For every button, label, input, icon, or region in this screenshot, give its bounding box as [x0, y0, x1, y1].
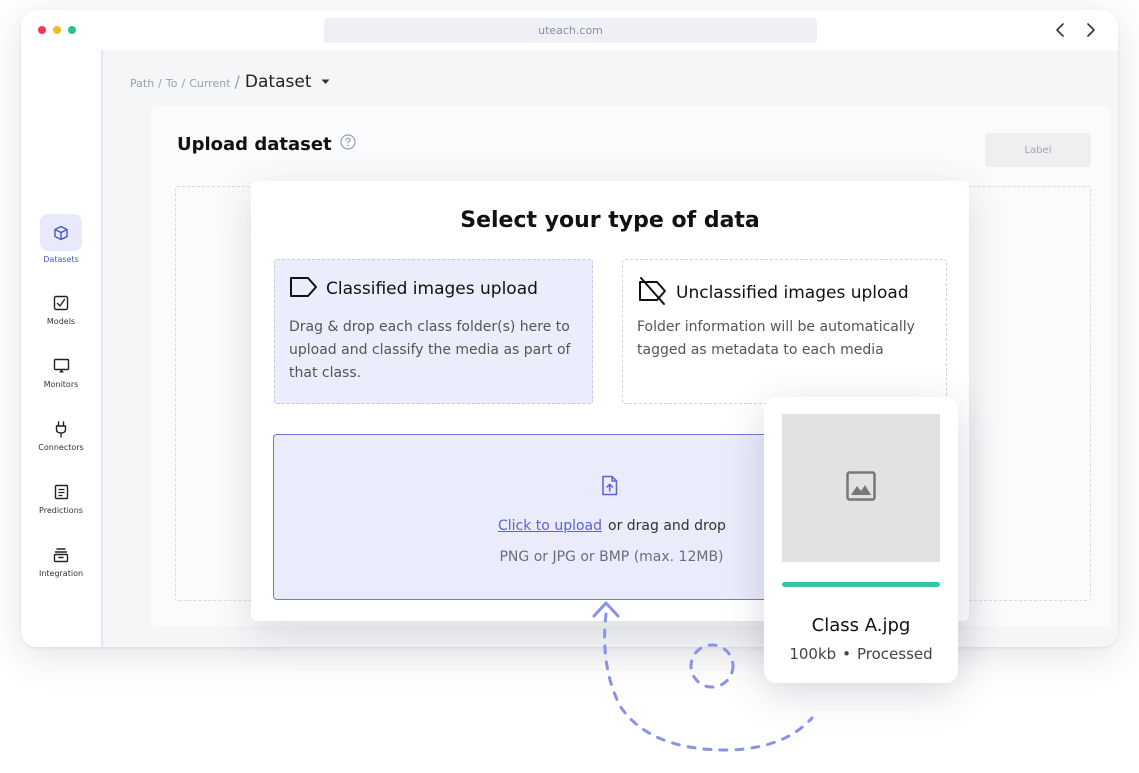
- breadcrumb-separator: /: [181, 77, 186, 90]
- breadcrumb-separator: /: [158, 77, 162, 90]
- page-title-text: Upload dataset: [177, 134, 332, 155]
- upload-instructions: Click to upload or drag and drop: [498, 518, 726, 534]
- plug-icon: [40, 419, 82, 439]
- option-title: Classified images upload: [326, 279, 538, 299]
- stack-icon: [40, 545, 82, 565]
- meta-separator: •: [842, 645, 852, 663]
- sidebar-item-label: Integration: [38, 569, 84, 578]
- page-title: Upload dataset: [177, 134, 356, 155]
- sidebar-item-label: Models: [46, 317, 76, 326]
- option-description: Drag & drop each class folder(s) here to…: [289, 319, 571, 381]
- file-upload-icon: [601, 475, 618, 500]
- sidebar-item-connectors[interactable]: Connectors: [21, 419, 101, 452]
- sidebar-item-datasets[interactable]: Datasets: [21, 214, 101, 264]
- dashed-arrow-decoration: [592, 601, 814, 752]
- monitor-icon: [40, 356, 82, 376]
- tag-icon: [289, 276, 318, 302]
- sidebar-item-monitors[interactable]: Monitors: [21, 356, 101, 389]
- chevron-left-icon[interactable]: [1052, 21, 1070, 39]
- caret-down-icon[interactable]: [321, 70, 330, 89]
- close-window-dot[interactable]: [38, 26, 46, 34]
- upload-progress-bar: [782, 582, 940, 587]
- tag-off-icon: [637, 276, 668, 310]
- chevron-right-icon[interactable]: [1081, 21, 1099, 39]
- file-status: Processed: [857, 645, 933, 663]
- chart-icon: [40, 293, 82, 313]
- click-to-upload-link[interactable]: Click to upload: [498, 518, 602, 534]
- breadcrumb-item[interactable]: Path: [130, 77, 154, 90]
- classified-upload-option[interactable]: Classified images upload Drag & drop eac…: [274, 259, 593, 404]
- image-icon: [846, 471, 876, 505]
- sidebar-item-models[interactable]: Models: [21, 293, 101, 326]
- breadcrumb-item[interactable]: Current: [189, 77, 230, 90]
- file-thumbnail: [782, 414, 940, 562]
- upload-progress-fill: [782, 582, 940, 587]
- option-header: Unclassified images upload: [637, 276, 909, 310]
- url-bar[interactable]: uteach.com: [324, 18, 817, 43]
- option-title: Unclassified images upload: [676, 283, 909, 303]
- sidebar-item-integration[interactable]: Integration: [21, 545, 101, 578]
- sidebar: Datasets Models Monitors Connectors Pred…: [21, 50, 101, 647]
- help-icon[interactable]: [340, 134, 356, 155]
- breadcrumb-item[interactable]: To: [166, 77, 178, 90]
- option-description: Folder information will be automatically…: [637, 319, 915, 358]
- sidebar-item-label: Datasets: [43, 255, 79, 264]
- option-header: Classified images upload: [289, 276, 538, 302]
- breadcrumb-separator: /: [234, 72, 240, 91]
- drag-drop-text: or drag and drop: [608, 518, 726, 534]
- sidebar-item-predictions[interactable]: Predictions: [21, 482, 101, 515]
- label-button[interactable]: Label: [985, 133, 1091, 167]
- maximize-window-dot[interactable]: [68, 26, 76, 34]
- unclassified-upload-option[interactable]: Unclassified images upload Folder inform…: [622, 259, 947, 404]
- minimize-window-dot[interactable]: [53, 26, 61, 34]
- file-upload-dropzone[interactable]: Click to upload or drag and drop PNG or J…: [273, 434, 793, 600]
- browser-titlebar: uteach.com: [21, 10, 1118, 50]
- document-icon: [40, 482, 82, 502]
- breadcrumb-current: Dataset: [244, 72, 312, 92]
- sidebar-item-label: Connectors: [38, 443, 84, 452]
- cube-icon: [40, 214, 82, 251]
- modal-title: Select your type of data: [460, 208, 760, 233]
- breadcrumb: Path / To / Current / Dataset: [130, 72, 330, 92]
- sidebar-item-label: Monitors: [43, 380, 79, 389]
- sidebar-item-label: Predictions: [39, 506, 83, 515]
